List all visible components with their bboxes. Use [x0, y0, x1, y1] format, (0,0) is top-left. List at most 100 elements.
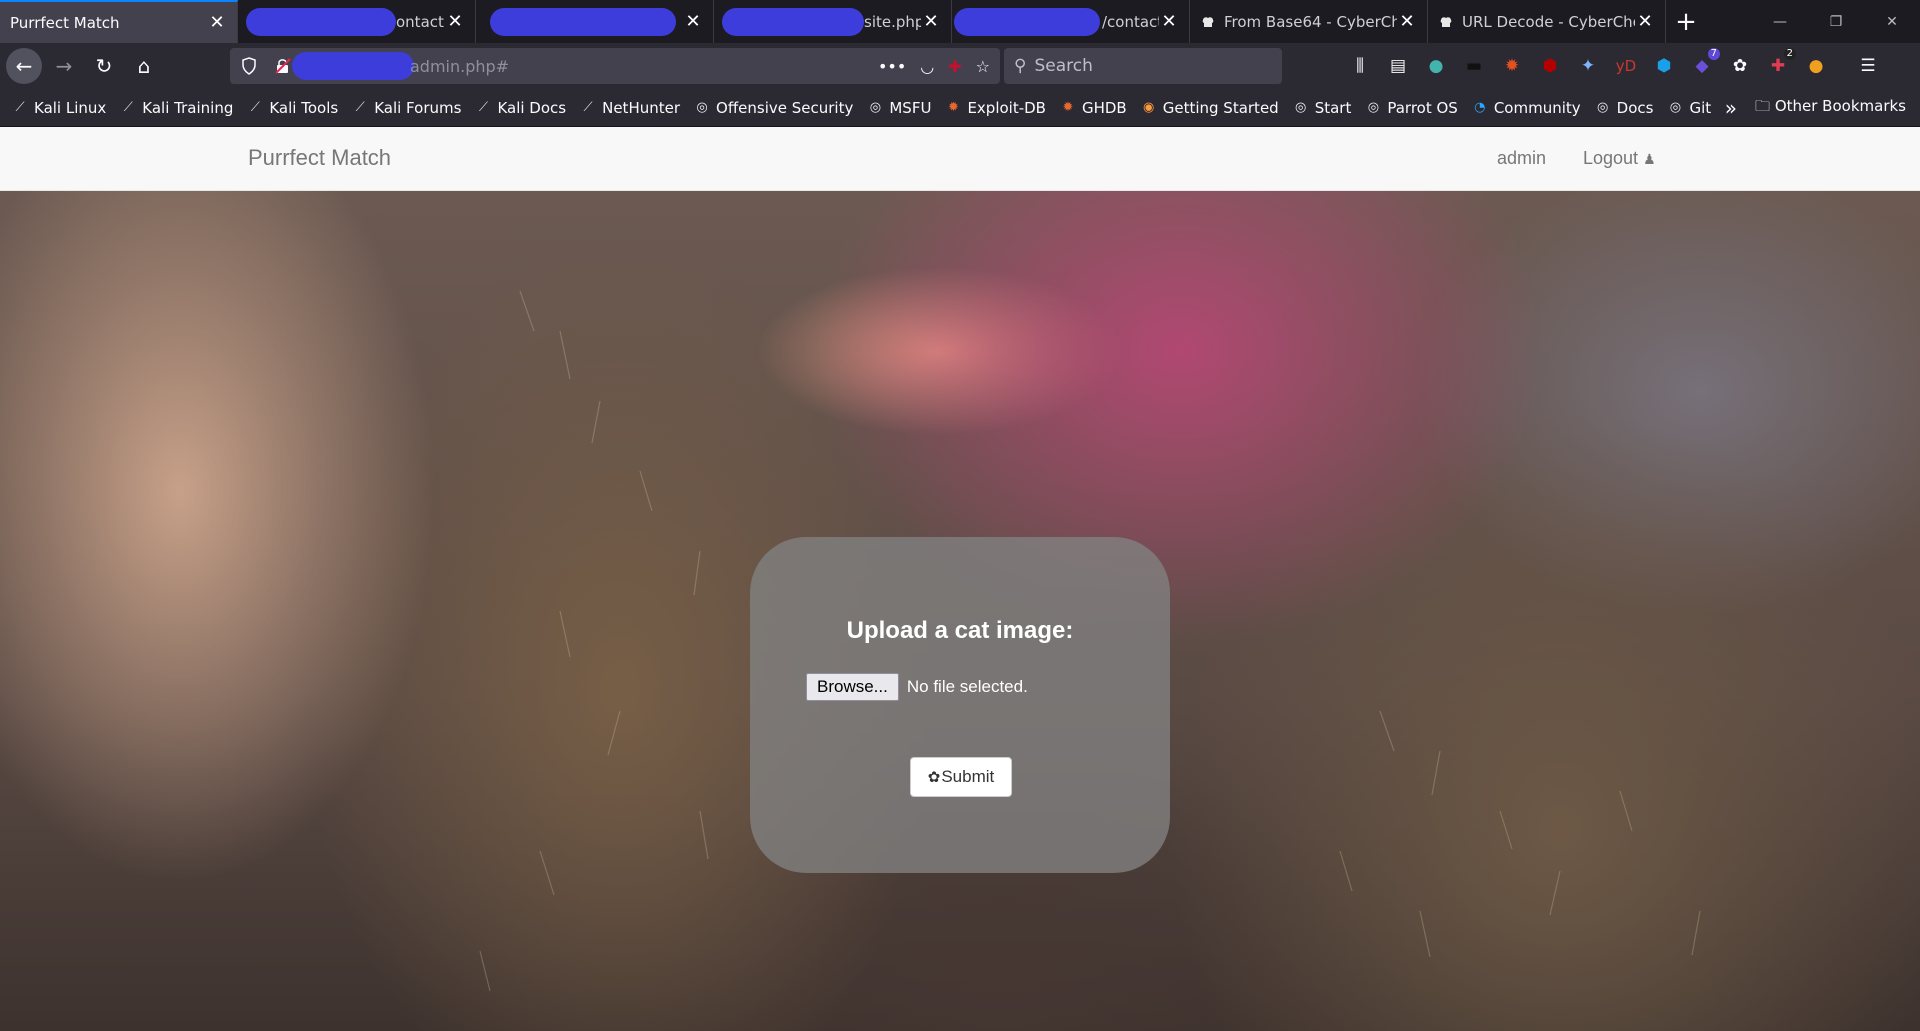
- bookmark-star-icon[interactable]: ☆: [976, 57, 990, 76]
- other-bookmarks-label: Other Bookmarks: [1774, 96, 1906, 115]
- window-controls: — ❐ ✕: [1752, 0, 1920, 43]
- redaction-mark: [722, 7, 864, 36]
- submit-label: Submit: [941, 767, 995, 786]
- navigation-toolbar: ← → ↻ ⌂ admin.php# ••• ◡ ✚ ☆ ⚲ Search ⫼ …: [0, 43, 1920, 89]
- bookmark-item[interactable]: ⟋ Kali Linux: [12, 99, 106, 117]
- page-actions-icon[interactable]: •••: [878, 57, 906, 76]
- tab-redacted-contact[interactable]: ontact ✕: [238, 0, 476, 43]
- site-navbar: Purrfect Match admin Logout ♟: [0, 127, 1920, 191]
- bookmark-item[interactable]: ◎ Docs: [1595, 98, 1654, 117]
- youtube-downloader-icon[interactable]: yD: [1614, 54, 1638, 78]
- library-icon[interactable]: ⫼: [1348, 54, 1372, 78]
- globe-icon: ◎: [1596, 100, 1609, 115]
- close-tab-icon[interactable]: ✕: [1159, 11, 1179, 32]
- home-icon[interactable]: ⌂: [126, 48, 162, 84]
- bookmark-item[interactable]: ⟋ Kali Forums: [352, 98, 462, 117]
- bookmark-label: Offensive Security: [716, 98, 854, 117]
- back-arrow-icon[interactable]: ←: [6, 48, 42, 84]
- bookmark-item[interactable]: ⟋ Kali Tools: [247, 99, 338, 117]
- bookmark-item[interactable]: ◎ Start: [1293, 98, 1352, 117]
- sidebar-icon[interactable]: ▤: [1386, 54, 1410, 78]
- close-tab-icon[interactable]: ✕: [1397, 11, 1417, 32]
- tab-redacted-site[interactable]: site.php ✕: [714, 0, 952, 43]
- pocket-icon[interactable]: ◡: [920, 57, 934, 76]
- bookmark-item[interactable]: ◉ Getting Started: [1141, 99, 1279, 117]
- submit-button[interactable]: ✿ Submit: [910, 757, 1012, 797]
- nav-admin-link[interactable]: admin: [1497, 148, 1546, 169]
- close-tab-icon[interactable]: ✕: [683, 11, 703, 32]
- bookmark-item[interactable]: ◎ Git: [1667, 99, 1711, 117]
- globe-icon: ◎: [696, 100, 708, 115]
- bookmark-item[interactable]: ◎ Offensive Security: [694, 99, 853, 117]
- bookmark-label: Kali Docs: [497, 98, 567, 117]
- reload-icon[interactable]: ↻: [86, 48, 122, 84]
- other-bookmarks-button[interactable]: 🗀 Other Bookmarks: [1755, 96, 1906, 121]
- minimize-icon[interactable]: —: [1752, 0, 1808, 43]
- bookmark-item[interactable]: ✹ GHDB: [1060, 99, 1127, 117]
- bookmark-label: Kali Forums: [374, 98, 462, 117]
- restore-icon[interactable]: ❐: [1808, 0, 1864, 43]
- chevron-right-icon[interactable]: »: [1725, 96, 1737, 120]
- tab-url-decode[interactable]: URL Decode - CyberChef ✕: [1428, 0, 1666, 43]
- extension-purple-icon[interactable]: ◆ 7: [1690, 48, 1720, 78]
- uk-flag-icon[interactable]: ✚: [948, 57, 961, 76]
- close-window-icon[interactable]: ✕: [1864, 0, 1920, 43]
- cat-background-image: Upload a cat image: Browse... No file se…: [0, 191, 1920, 1031]
- kali-dragon-icon: ⟋: [478, 100, 488, 115]
- tab-redacted-contact-2[interactable]: /contact ✕: [952, 0, 1190, 43]
- bookmarks-overflow: » 🗀 Other Bookmarks: [1725, 89, 1906, 127]
- bookmark-item[interactable]: ⟋ Kali Docs: [475, 99, 566, 117]
- bookmark-label: Docs: [1616, 98, 1654, 117]
- ublock-icon[interactable]: ⬢: [1538, 54, 1562, 78]
- bookmark-item[interactable]: ⟋ NetHunter: [580, 99, 680, 117]
- globe-icon: ◎: [1295, 100, 1307, 115]
- search-input[interactable]: ⚲ Search: [1004, 48, 1282, 84]
- close-tab-icon[interactable]: ✕: [207, 12, 227, 33]
- close-tab-icon[interactable]: ✕: [445, 11, 465, 32]
- tab-redacted[interactable]: ✕: [476, 0, 714, 43]
- new-tab-button[interactable]: +: [1666, 0, 1706, 43]
- browse-button[interactable]: Browse...: [806, 673, 899, 701]
- url-bar[interactable]: admin.php# ••• ◡ ✚ ☆: [230, 48, 1000, 84]
- extension-orange-icon[interactable]: ●: [1804, 54, 1828, 78]
- bookmark-label: GHDB: [1081, 98, 1127, 117]
- bookmark-item[interactable]: ◎ MSFU: [867, 98, 932, 117]
- bookmark-item[interactable]: ⟋ Kali Training: [120, 99, 234, 117]
- bookmark-label: MSFU: [889, 98, 932, 117]
- bookmark-label: Start: [1314, 98, 1352, 117]
- search-icon: ⚲: [1014, 56, 1027, 76]
- shield-icon[interactable]: [240, 57, 258, 75]
- close-tab-icon[interactable]: ✕: [1635, 11, 1655, 32]
- cookie-icon[interactable]: ✿: [1728, 54, 1752, 78]
- logout-label: Logout: [1583, 148, 1639, 168]
- bookmark-item[interactable]: ◎ Parrot OS: [1365, 99, 1458, 117]
- folder-icon: 🗀: [1755, 96, 1775, 115]
- site-brand-link[interactable]: Purrfect Match: [248, 145, 391, 171]
- url-bar-actions: ••• ◡ ✚ ☆: [878, 57, 990, 76]
- extension-foxyproxy-icon[interactable]: ✹: [1500, 54, 1524, 78]
- extension-translate-icon[interactable]: ✦: [1576, 54, 1600, 78]
- toolbar-icons: ⫼ ▤ ● ▬ ✹ ⬢ ✦ yD ⬢ ◆ 7 ✿ ✚ 2 ● ☰: [1348, 43, 1880, 89]
- bookmark-label: Getting Started: [1162, 98, 1279, 117]
- extension-red-icon[interactable]: ✚ 2: [1766, 48, 1796, 78]
- exploitdb-icon: ✹: [1062, 100, 1074, 115]
- bookmark-item[interactable]: ◔ Community: [1472, 99, 1581, 117]
- nav-logout-link[interactable]: Logout ♟: [1583, 148, 1656, 169]
- extension-badge: 2: [1783, 48, 1796, 60]
- forward-arrow-icon[interactable]: →: [46, 48, 82, 84]
- globe-icon: ◎: [1669, 100, 1682, 115]
- redaction-mark: [954, 7, 1100, 36]
- extension-hat-icon[interactable]: ▬: [1462, 54, 1486, 78]
- menu-icon[interactable]: ☰: [1856, 54, 1880, 78]
- kali-dragon-icon: ⟋: [250, 100, 260, 115]
- parrot-icon: ◔: [1474, 100, 1486, 115]
- insecure-lock-icon[interactable]: [274, 57, 292, 75]
- extension-globe-icon[interactable]: ●: [1424, 54, 1448, 78]
- close-tab-icon[interactable]: ✕: [921, 11, 941, 32]
- tab-purrfect-match[interactable]: Purrfect Match ✕: [0, 0, 238, 43]
- extension-hexagon-icon[interactable]: ⬢: [1652, 54, 1676, 78]
- bookmark-item[interactable]: ✹ Exploit-DB: [945, 99, 1046, 117]
- tab-from-base64[interactable]: From Base64 - CyberChef ✕: [1190, 0, 1428, 43]
- cyberchef-icon: [1202, 16, 1214, 27]
- redaction-mark: [292, 52, 414, 80]
